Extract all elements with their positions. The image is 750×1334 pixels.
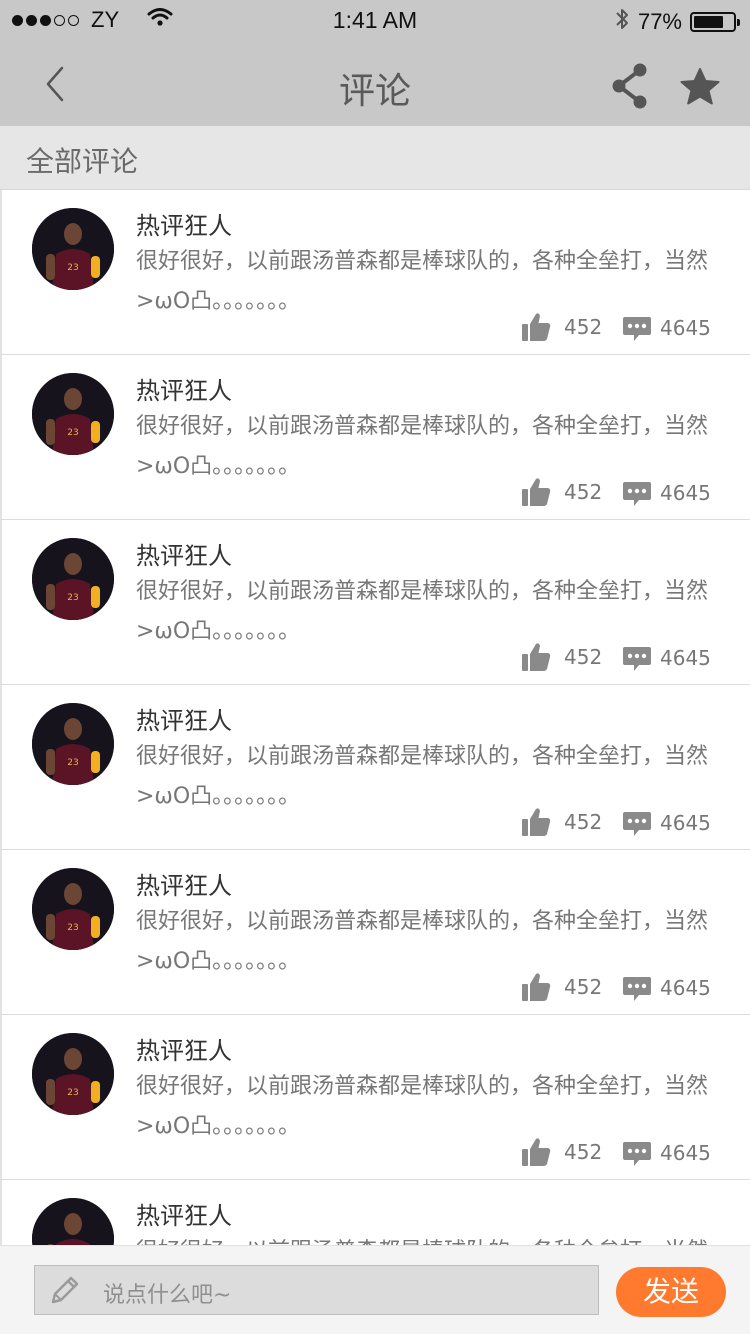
svg-text:23: 23 xyxy=(67,428,78,438)
section-header: 全部评论 xyxy=(0,126,750,190)
reply-button[interactable]: 4645 xyxy=(622,973,711,1003)
thumbs-up-icon xyxy=(522,973,551,1001)
like-button[interactable]: 452 xyxy=(520,641,602,673)
comment-list[interactable]: 23 热评狂人 很好很好，以前跟汤普森都是棒球队的，各种全垒打，当然>ωO凸。。… xyxy=(0,190,750,1245)
star-icon xyxy=(680,68,720,105)
share-button[interactable] xyxy=(608,62,652,110)
comment-input-bar: 说点什么吧~ 发送 xyxy=(0,1245,750,1334)
avatar[interactable]: 23 xyxy=(32,1033,114,1115)
comment-username[interactable]: 热评狂人 xyxy=(136,866,232,901)
comment-bubble-icon xyxy=(623,812,651,836)
comment-bubble-icon xyxy=(623,647,651,671)
comment-username[interactable]: 热评狂人 xyxy=(136,206,232,241)
reply-button[interactable]: 4645 xyxy=(622,1138,711,1168)
svg-text:23: 23 xyxy=(67,923,78,933)
battery-percent: 77% xyxy=(637,9,682,34)
avatar-image: 23 xyxy=(32,208,114,290)
reply-count: 4645 xyxy=(660,1141,711,1165)
thumbs-up-icon xyxy=(522,478,551,506)
like-count: 452 xyxy=(564,480,603,504)
comment-bubble-icon xyxy=(623,482,651,506)
thumbs-up-icon xyxy=(522,1138,551,1166)
like-button[interactable]: 452 xyxy=(520,476,602,508)
reply-count: 4645 xyxy=(660,646,711,670)
status-right: 77% xyxy=(614,7,740,37)
pencil-icon xyxy=(51,1276,79,1304)
comment-bubble-icon xyxy=(623,317,651,341)
like-button[interactable]: 452 xyxy=(520,1136,602,1168)
avatar[interactable]: 23 xyxy=(32,208,114,290)
comment-text: 很好很好，以前跟汤普森都是棒球队的，各种全垒打，当然>ωO凸。。。。。。。 xyxy=(136,744,709,809)
like-count: 452 xyxy=(564,315,603,339)
comment-username[interactable]: 热评狂人 xyxy=(136,371,232,406)
comment-bubble-icon xyxy=(623,1142,651,1166)
comment-item[interactable]: 23 热评狂人 很好很好，以前跟汤普森都是棒球队的，各种全垒打，当然>ωO凸。。… xyxy=(0,685,750,850)
comment-username[interactable]: 热评狂人 xyxy=(136,536,232,571)
avatar[interactable]: 23 xyxy=(32,868,114,950)
comment-item[interactable]: 23 热评狂人 很好很好，以前跟汤普森都是棒球队的，各种全垒打，当然>ωO凸。。… xyxy=(0,1015,750,1180)
like-count: 452 xyxy=(564,1140,603,1164)
comment-input[interactable]: 说点什么吧~ xyxy=(34,1265,599,1315)
svg-text:23: 23 xyxy=(67,758,78,768)
reply-count: 4645 xyxy=(660,316,711,340)
thumbs-up-icon xyxy=(522,313,551,341)
like-count: 452 xyxy=(564,975,603,999)
reply-button[interactable]: 4645 xyxy=(622,313,711,343)
svg-text:23: 23 xyxy=(67,1088,78,1098)
avatar[interactable]: 23 xyxy=(32,538,114,620)
comment-input-placeholder: 说点什么吧~ xyxy=(103,1283,232,1308)
section-title: 全部评论 xyxy=(26,145,139,178)
avatar-image: 23 xyxy=(32,1198,114,1245)
reply-button[interactable]: 4645 xyxy=(622,643,711,673)
comment-item[interactable]: 23 热评狂人 很好很好，以前跟汤普森都是棒球队的，各种全垒打，当然>ωO凸。。… xyxy=(0,190,750,355)
avatar-image: 23 xyxy=(32,1033,114,1115)
reply-count: 4645 xyxy=(660,481,711,505)
comment-username[interactable]: 热评狂人 xyxy=(136,701,232,736)
reply-count: 4645 xyxy=(660,976,711,1000)
status-bar: ZY 1:41 AM 77% xyxy=(0,0,750,40)
svg-text:23: 23 xyxy=(67,593,78,603)
comment-text: 很好很好，以前跟汤普森都是棒球队的，各种全垒打，当然>ωO凸。。。。。。。 xyxy=(136,414,709,479)
avatar-image: 23 xyxy=(32,703,114,785)
avatar-image: 23 xyxy=(32,538,114,620)
like-count: 452 xyxy=(564,645,603,669)
nav-bar: 评论 xyxy=(0,40,750,126)
comment-text: 很好很好，以前跟汤普森都是棒球队的，各种全垒打，当然>ωO凸。。。。。。。 xyxy=(136,909,709,974)
comments-screen: ZY 1:41 AM 77% 评论 全部评论 23 热评狂人 很好很好，以前跟汤… xyxy=(0,0,750,1334)
reply-button[interactable]: 4645 xyxy=(622,478,711,508)
comment-item[interactable]: 23 热评狂人 很好很好，以前跟汤普森都是棒球队的，各种全垒打，当然>ωO凸。。… xyxy=(0,520,750,685)
comment-item[interactable]: 23 热评狂人 很好很好，以前跟汤普森都是棒球队的，各种全垒打，当然>ωO凸。。… xyxy=(0,355,750,520)
favorite-button[interactable] xyxy=(680,68,722,108)
avatar[interactable]: 23 xyxy=(32,703,114,785)
avatar-image: 23 xyxy=(32,868,114,950)
reply-button[interactable]: 4645 xyxy=(622,808,711,838)
comment-text: 很好很好，以前跟汤普森都是棒球队的，各种全垒打，当然>ωO凸。。。。。。。 xyxy=(136,1074,709,1139)
comment-username[interactable]: 热评狂人 xyxy=(136,1196,232,1231)
battery-icon xyxy=(690,12,740,32)
battery-level xyxy=(694,16,724,28)
thumbs-up-icon xyxy=(522,643,551,671)
comment-text: 很好很好，以前跟汤普森都是棒球队的，各种全垒打，当然>ωO凸。。。。。。。 xyxy=(136,1232,716,1245)
reply-count: 4645 xyxy=(660,811,711,835)
send-button[interactable]: 发送 xyxy=(616,1267,726,1317)
share-icon xyxy=(612,63,647,109)
like-button[interactable]: 452 xyxy=(520,311,602,343)
comment-bubble-icon xyxy=(623,977,651,1001)
avatar[interactable]: 23 xyxy=(32,373,114,455)
comment-item[interactable]: 23 热评狂人 很好很好，以前跟汤普森都是棒球队的，各种全垒打，当然>ωO凸。。… xyxy=(0,850,750,1015)
comment-item[interactable]: 23 热评狂人 很好很好，以前跟汤普森都是棒球队的，各种全垒打，当然>ωO凸。。… xyxy=(0,1180,750,1245)
comment-username[interactable]: 热评狂人 xyxy=(136,1031,232,1066)
like-button[interactable]: 452 xyxy=(520,971,602,1003)
like-count: 452 xyxy=(564,810,603,834)
thumbs-up-icon xyxy=(522,808,551,836)
avatar[interactable]: 23 xyxy=(32,1198,114,1245)
bluetooth-icon xyxy=(614,7,630,37)
comment-text: 很好很好，以前跟汤普森都是棒球队的，各种全垒打，当然>ωO凸。。。。。。。 xyxy=(136,579,709,644)
avatar-image: 23 xyxy=(32,373,114,455)
svg-text:23: 23 xyxy=(67,263,78,273)
comment-text: 很好很好，以前跟汤普森都是棒球队的，各种全垒打，当然>ωO凸。。。。。。。 xyxy=(136,249,709,314)
like-button[interactable]: 452 xyxy=(520,806,602,838)
